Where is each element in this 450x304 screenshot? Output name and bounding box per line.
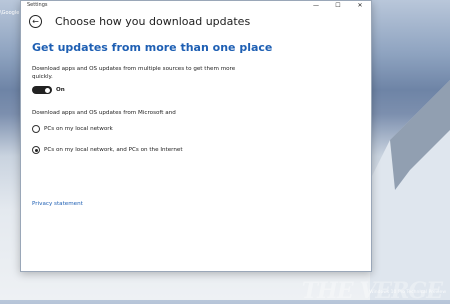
updates-toggle[interactable]: [32, 86, 52, 94]
section-title: Get updates from more than one place: [32, 41, 273, 54]
toggle-state-label: On: [56, 87, 65, 93]
section-description: Download apps and OS updates from multip…: [32, 66, 236, 81]
back-button[interactable]: ←: [29, 15, 42, 28]
snowy-mountain-background: [370, 80, 450, 300]
window-title: Settings: [27, 2, 48, 8]
radio-button-selected[interactable]: [32, 146, 40, 154]
os-watermark-line1: Windows 10 Pro Technical Preview: [369, 290, 446, 296]
os-watermark: Windows 10 Pro Technical Preview: [369, 290, 446, 296]
radio-label: PCs on my local network: [44, 126, 113, 132]
toggle-row: On: [32, 86, 65, 94]
radio-local-network[interactable]: PCs on my local network: [32, 125, 113, 133]
minimize-button[interactable]: —: [305, 1, 327, 10]
desktop-icon-label[interactable]: \Google: [0, 10, 19, 16]
source-description: Download apps and OS updates from Micros…: [32, 110, 176, 116]
radio-local-and-internet[interactable]: PCs on my local network, and PCs on the …: [32, 146, 183, 154]
radio-button[interactable]: [32, 125, 40, 133]
title-bar[interactable]: Settings — ☐ ✕: [21, 1, 371, 10]
toggle-knob: [45, 87, 50, 93]
radio-label: PCs on my local network, and PCs on the …: [44, 147, 183, 153]
back-arrow-icon: ←: [32, 16, 39, 26]
close-button[interactable]: ✕: [349, 1, 371, 10]
maximize-button[interactable]: ☐: [327, 1, 349, 10]
settings-window: Settings — ☐ ✕ ← Choose how you download…: [20, 0, 372, 272]
window-controls: — ☐ ✕: [305, 1, 371, 10]
privacy-statement-link[interactable]: Privacy statement: [32, 201, 83, 207]
page-header: ← Choose how you download updates: [21, 10, 371, 36]
page-title: Choose how you download updates: [55, 15, 251, 28]
